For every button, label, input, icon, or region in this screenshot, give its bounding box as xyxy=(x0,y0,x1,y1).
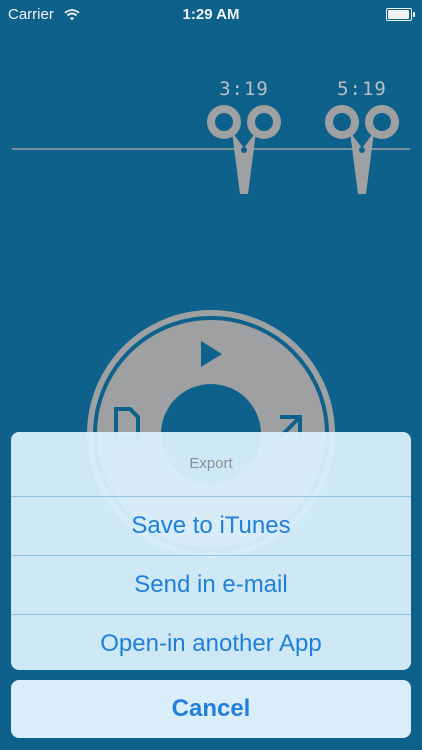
save-to-itunes-button[interactable]: Save to iTunes xyxy=(11,496,411,555)
send-email-button[interactable]: Send in e-mail xyxy=(11,555,411,614)
export-action-sheet: Export Save to iTunes Send in e-mail Ope… xyxy=(11,432,411,670)
open-in-app-button[interactable]: Open-in another App xyxy=(11,614,411,670)
cancel-sheet: Cancel xyxy=(11,680,411,738)
cancel-button[interactable]: Cancel xyxy=(11,680,411,738)
action-sheet-title: Export xyxy=(189,455,233,472)
